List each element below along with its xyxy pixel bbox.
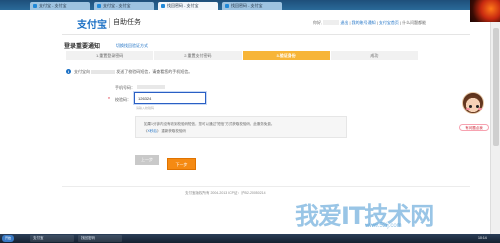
contact-text[interactable]: 什么问题都能 — [402, 20, 426, 25]
header-title: 自助任务 — [113, 19, 141, 26]
code-hint: 请输入校验码 — [136, 106, 155, 110]
step-success: 成功 — [330, 51, 419, 60]
site-watermark-url: www.52ij.com — [365, 223, 402, 229]
resend-code-link[interactable]: X秒后 — [148, 129, 157, 133]
account-notice-link[interactable]: 我的账号通知 — [352, 20, 376, 25]
alipay-favicon-icon — [97, 4, 101, 8]
page-title: 登录重要通知 — [64, 44, 101, 50]
browser-tab-label: 找回密码 - 支付宝 — [167, 3, 199, 8]
step-verify-identity: 3.验证身份 — [242, 51, 331, 60]
prev-step-button[interactable]: 上一步 — [135, 155, 159, 165]
verification-code-input[interactable] — [134, 92, 206, 104]
resend-help-box: 如果1分钟内没有收到校验码短信，您可以通过"短信"方式获取校验码，此服务免费。 … — [135, 116, 347, 138]
info-icon: i — [66, 69, 71, 74]
phone-label: 手机号码： — [115, 85, 135, 90]
sms-notice: 支付宝向 发送了校验码短信，请查看您的手机短信。 — [74, 69, 192, 75]
avatar-cheek-left — [466, 108, 470, 110]
step-reset-pay-password: 2.重置支付密码 — [154, 51, 243, 60]
logout-link[interactable]: 退出 — [340, 20, 348, 25]
browser-tab-label: 支付宝 - 支付宝 — [39, 3, 67, 8]
footer-divider — [62, 186, 470, 187]
help-avatar-icon[interactable] — [462, 92, 484, 114]
notice-suffix: 发送了校验码短信，请查看您的手机短信。 — [116, 69, 193, 74]
alipay-logo[interactable]: 支付宝 — [77, 16, 107, 31]
alipay-favicon-icon — [161, 4, 165, 8]
alipay-favicon-icon — [33, 4, 37, 8]
required-star: * — [108, 97, 110, 103]
browser-tab-1[interactable]: 支付宝 - 支付宝 — [30, 2, 90, 10]
help-me-button[interactable]: 有问题点我 — [459, 124, 489, 131]
browser-tab-label: 找回密码 - 支付宝 — [231, 3, 263, 8]
notice-prefix: 支付宝向 — [74, 69, 90, 74]
switch-verify-method-link[interactable]: 切换找回验证方式 — [116, 43, 148, 49]
browser-tab-3[interactable]: 找回密码 - 支付宝 — [158, 2, 218, 10]
next-step-button[interactable]: 下一步 — [167, 158, 196, 170]
browser-tab-strip: 支付宝 - 支付宝 支付宝 - 支付宝 找回密码 - 支付宝 找回密码 - 支付… — [0, 0, 500, 10]
scrollbar-thumb[interactable] — [493, 28, 499, 146]
taskbar-item[interactable]: 找回密码 — [78, 235, 122, 242]
taskbar-item[interactable]: 支付宝 — [30, 235, 74, 242]
header-links: 你好, 退出 | 我的账号通知 | 支付宝首页 | 什么问题都能 — [313, 20, 427, 26]
header-divider — [62, 34, 470, 35]
browser-tab-2[interactable]: 支付宝 - 支付宝 — [94, 2, 154, 10]
os-taskbar: 开始 支付宝 找回密码 10:14 — [0, 234, 500, 243]
start-button[interactable]: 开始 — [2, 235, 14, 242]
browser-tab-4[interactable]: 找回密码 - 支付宝 — [222, 2, 282, 10]
browser-tab-label: 支付宝 - 支付宝 — [103, 3, 131, 8]
progress-steps: 1.重置登录密码 2.重置支付密码 3.验证身份 成功 — [66, 51, 419, 60]
username-masked — [323, 20, 340, 26]
greeting-text: 你好, — [313, 20, 323, 25]
taskbar-clock: 10:14 — [478, 236, 487, 240]
masked-phone — [91, 69, 116, 74]
alipay-favicon-icon — [225, 4, 229, 8]
logo-divider — [109, 18, 110, 28]
decorative-fire-image — [470, 0, 500, 22]
copyright-text: 支付宝版权所有 2004-2013 ICP证：沪B2-20050214 — [185, 191, 266, 195]
alipay-home-link[interactable]: 支付宝首页 — [379, 20, 399, 25]
page-scrollbar[interactable] — [490, 22, 500, 234]
resend-countdown: 《X秒后》 重新获取校验码 — [144, 129, 186, 134]
avatar-cheek-right — [478, 108, 482, 110]
resend-help-text: 如果1分钟内没有收到校验码短信，您可以通过"短信"方式获取校验码，此服务免费。 — [144, 122, 275, 126]
countdown-suffix: 》 重新获取校验码 — [156, 129, 186, 133]
code-label: 校验码： — [115, 97, 131, 102]
step-reset-login-password: 1.重置登录密码 — [66, 51, 155, 60]
phone-value-masked — [137, 85, 165, 89]
